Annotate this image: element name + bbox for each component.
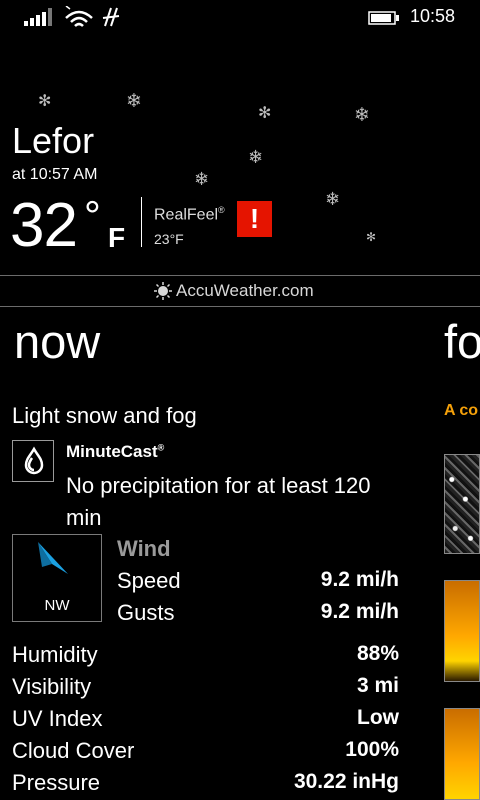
- registered-mark: ®: [157, 442, 165, 453]
- divider: [0, 306, 480, 307]
- forecast-tile-sun[interactable]: [444, 708, 480, 800]
- snowflake-icon: ❄: [126, 91, 142, 112]
- status-bar: 10:58: [0, 0, 480, 34]
- signal-strength-icon: [24, 8, 52, 26]
- cloud-cover-value: 100%: [345, 738, 399, 761]
- snowflake-icon: ✻: [366, 230, 377, 244]
- wind-speed-value: 9.2 mi/h: [320, 568, 399, 591]
- nfc-icon: [102, 7, 120, 27]
- brand-link[interactable]: AccuWeather.com: [154, 281, 314, 301]
- temperature-divider: [141, 197, 142, 247]
- realfeel-label: RealFeel®: [154, 205, 225, 224]
- cloud-cover-label: Cloud Cover: [12, 738, 135, 763]
- battery-icon: [368, 11, 399, 25]
- realfeel-label-text: RealFeel: [154, 206, 219, 224]
- visibility-value: 3 mi: [356, 674, 399, 697]
- wind-gusts-label: Gusts: [117, 600, 175, 625]
- wind-gusts-value: 9.2 mi/h: [320, 600, 399, 623]
- degree-symbol: °: [84, 192, 101, 239]
- snowflake-icon: ❄: [325, 189, 341, 209]
- condition-text: Light snow and fog: [12, 403, 197, 428]
- snowflake-icon: ❄: [248, 147, 264, 167]
- minutecast-title-text: MinuteCast: [66, 442, 158, 461]
- snowflake-icon: ✻: [38, 93, 52, 110]
- pivot-tab-now[interactable]: now: [14, 314, 100, 369]
- pivot-tab-next[interactable]: fo: [444, 314, 480, 369]
- wind-arrow-icon: [38, 542, 68, 574]
- wind-title: Wind: [117, 536, 171, 561]
- registered-mark: ®: [218, 205, 225, 215]
- humidity-label: Humidity: [12, 642, 98, 667]
- visibility-label: Visibility: [12, 674, 92, 699]
- snowflake-icon: ❄: [354, 105, 370, 126]
- wind-direction: NW: [44, 597, 70, 614]
- snowflake-icon: ❄: [194, 169, 210, 189]
- forecast-tile-sun[interactable]: [444, 580, 480, 682]
- accuweather-sun-icon: [154, 282, 172, 300]
- wifi-icon: [65, 6, 93, 27]
- pressure-value: 30.22 inHg: [293, 770, 399, 793]
- minutecast-title[interactable]: MinuteCast®: [66, 442, 164, 462]
- current-temperature: 32: [10, 191, 78, 260]
- next-panel-teaser[interactable]: A co: [444, 402, 478, 420]
- alert-icon[interactable]: !: [237, 201, 272, 237]
- realfeel-value: 23°F: [154, 231, 184, 247]
- snowflake-icon: ✻: [258, 105, 272, 122]
- forecast-tile-snow[interactable]: [444, 454, 480, 554]
- minutecast-button[interactable]: [12, 440, 54, 482]
- minutecast-summary: No precipitation for at least 120 min: [66, 473, 371, 530]
- raindrop-icon: [24, 446, 44, 475]
- divider: [0, 275, 480, 276]
- temperature-unit: F: [108, 222, 126, 253]
- pressure-label: Pressure: [12, 770, 101, 795]
- wind-speed-label: Speed: [117, 568, 181, 593]
- city-name[interactable]: Lefor: [12, 120, 94, 162]
- uv-index-label: UV Index: [12, 706, 103, 731]
- uv-index-value: Low: [357, 706, 399, 729]
- brand-name: AccuWeather.com: [176, 281, 314, 300]
- clock: 10:58: [410, 6, 456, 26]
- humidity-value: 88%: [356, 642, 399, 665]
- observation-time: at 10:57 AM: [12, 166, 98, 183]
